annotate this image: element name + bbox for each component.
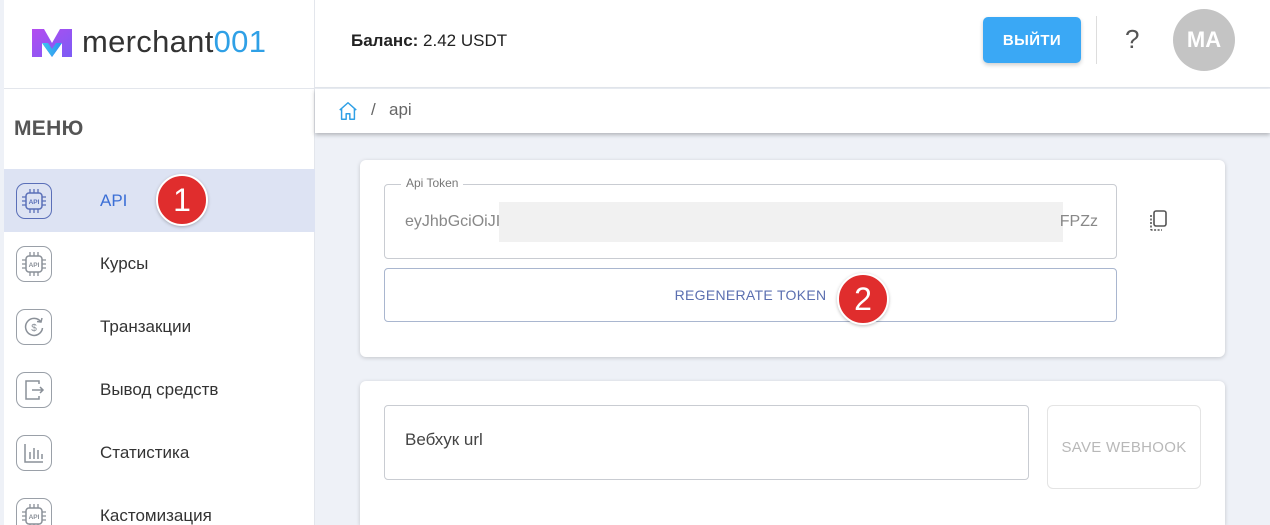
sidebar-item-label: Кастомизация: [100, 505, 212, 525]
api-chip-icon: API: [16, 245, 52, 282]
sidebar: merchant001 МЕНЮ API API API Курсы $ Тра…: [0, 0, 315, 525]
logo[interactable]: merchant001: [30, 22, 266, 62]
home-icon[interactable]: [337, 100, 359, 122]
svg-text:API: API: [29, 262, 40, 269]
sidebar-item-customization[interactable]: API Кастомизация: [4, 484, 315, 525]
step-2-badge: 2: [837, 273, 889, 325]
bar-chart-icon: [16, 434, 52, 471]
sidebar-item-transactions[interactable]: $ Транзакции: [4, 295, 315, 358]
sidebar-item-label: API: [100, 190, 128, 210]
step-1-badge: 1: [156, 174, 208, 226]
sidebar-item-statistics[interactable]: Статистика: [4, 421, 315, 484]
webhook-url-input[interactable]: [405, 430, 1005, 450]
logo-m-icon: [32, 29, 72, 57]
webhook-card: SAVE WEBHOOK: [360, 381, 1225, 525]
logo-divider: [4, 88, 315, 89]
logout-button[interactable]: ВЫЙТИ: [983, 17, 1081, 63]
sidebar-item-withdraw[interactable]: Вывод средств: [4, 358, 315, 421]
regenerate-token-button[interactable]: REGENERATE TOKEN: [384, 268, 1117, 322]
api-token-start: eyJhbGciOiJI: [405, 213, 501, 230]
avatar[interactable]: MA: [1173, 9, 1235, 71]
balance-display: Баланс: 2.42 USDT: [351, 31, 507, 51]
svg-text:API: API: [29, 199, 40, 206]
sidebar-item-rates[interactable]: API Курсы: [4, 232, 315, 295]
sidebar-item-label: Статистика: [100, 442, 190, 462]
token-redaction: [499, 202, 1063, 242]
top-header: Баланс: 2.42 USDT ВЫЙТИ ? MA: [315, 0, 1270, 88]
withdraw-icon: [16, 371, 52, 408]
dollar-cycle-icon: $: [16, 308, 52, 345]
copy-icon[interactable]: [1147, 209, 1169, 233]
logo-text: merchant001: [82, 24, 267, 59]
breadcrumb-separator: /: [371, 100, 376, 119]
breadcrumb-current: api: [389, 100, 412, 119]
help-icon[interactable]: ?: [1125, 24, 1139, 55]
api-token-label: Api Token: [401, 176, 464, 190]
sidebar-item-label: Вывод средств: [100, 379, 219, 399]
breadcrumb: / api: [315, 89, 1270, 133]
api-token-card: Api Token eyJhbGciOiJI FPZz REGENERATE T…: [360, 160, 1225, 357]
balance-label: Баланс:: [351, 31, 419, 50]
svg-text:API: API: [29, 514, 40, 521]
sidebar-item-label: Курсы: [100, 253, 149, 273]
api-token-field[interactable]: Api Token eyJhbGciOiJI FPZz: [384, 176, 1117, 259]
api-token-end: FPZz: [1059, 213, 1098, 230]
save-webhook-button[interactable]: SAVE WEBHOOK: [1047, 405, 1201, 489]
header-divider: [1096, 16, 1097, 64]
sidebar-menu: API API API Курсы $ Транзакции Вывод сре…: [4, 169, 315, 525]
menu-title: МЕНЮ: [14, 117, 84, 140]
sidebar-item-label: Транзакции: [100, 316, 192, 336]
balance-value: 2.42 USDT: [423, 31, 508, 50]
api-chip-icon: API: [16, 182, 52, 219]
api-chip-icon: API: [16, 497, 52, 525]
svg-text:$: $: [31, 323, 37, 334]
webhook-url-field[interactable]: [384, 405, 1029, 480]
